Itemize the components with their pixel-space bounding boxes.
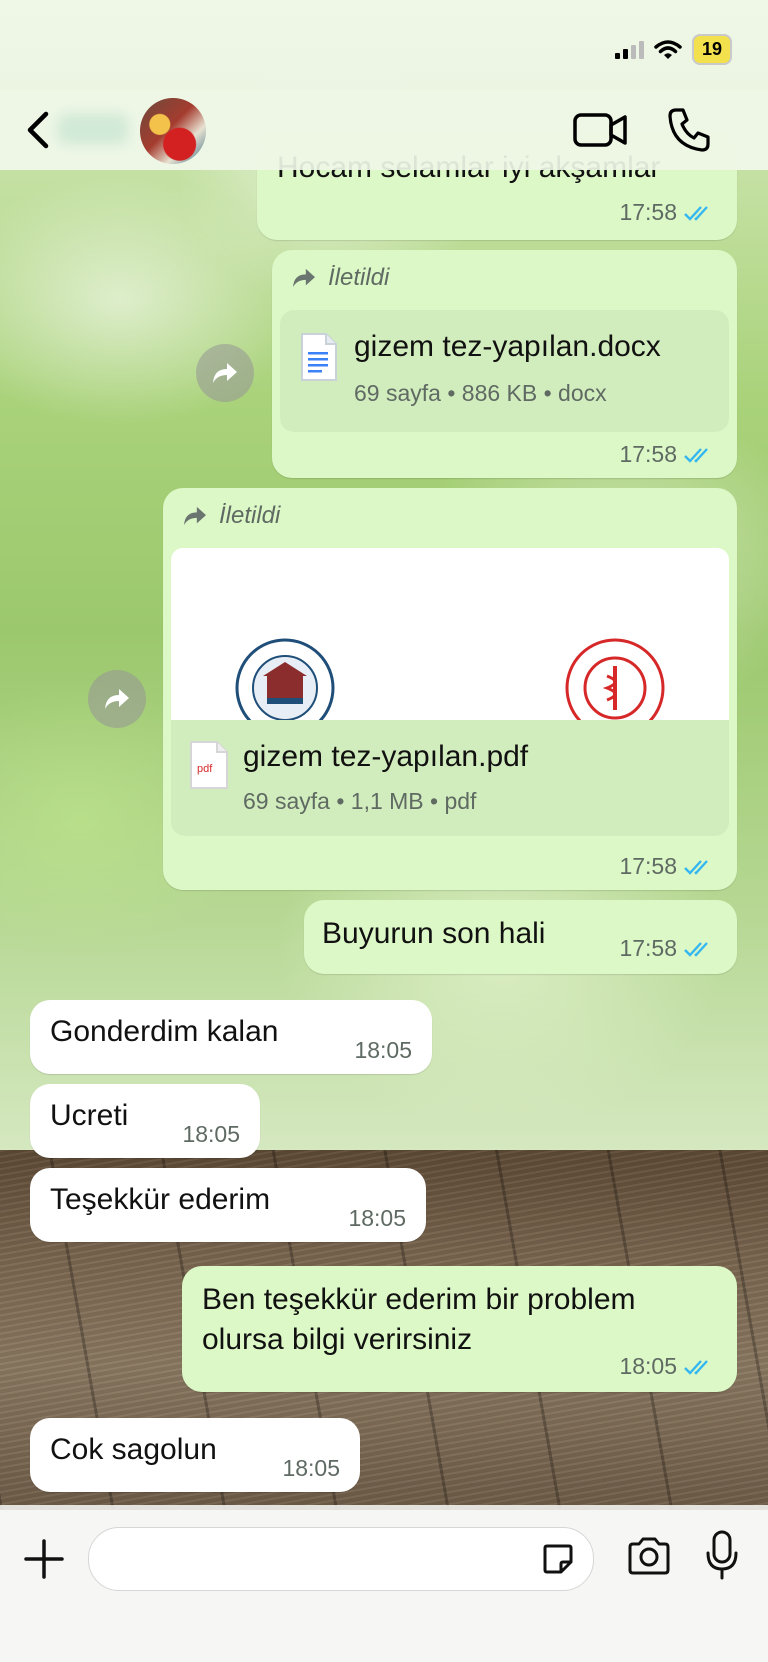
document-info: 69 sayfa • 1,1 MB • pdf (243, 788, 477, 814)
signal-icon (614, 40, 644, 59)
message-time: 17:58 (619, 935, 677, 961)
message-bubble-document[interactable]: İletildi pdf gizem tez-yapılan.pdf 69 sa… (163, 488, 737, 890)
message-bubble-document[interactable]: İletildi gizem tez-yapılan.docx 69 sayfa… (272, 250, 737, 478)
sticker-icon[interactable] (541, 1542, 575, 1576)
forward-button[interactable] (196, 344, 254, 402)
message-bubble-incoming[interactable]: Teşekkür ederim 18:05 (30, 1168, 426, 1242)
document-info: 69 sayfa • 886 KB • docx (354, 380, 607, 406)
contact-name-blurred[interactable] (58, 114, 128, 144)
message-meta: 18:05 (619, 1353, 717, 1380)
forwarded-label: İletildi (290, 264, 389, 292)
pdf-preview[interactable] (171, 548, 729, 720)
message-text: Buyurun son hali (322, 917, 546, 950)
message-time: 18:05 (619, 1353, 677, 1379)
message-text: Ben teşekkür ederim bir problem olursa b… (202, 1283, 636, 1356)
read-ticks-icon (684, 1359, 708, 1375)
message-meta: 17:58 (619, 853, 717, 880)
wifi-icon (654, 39, 682, 59)
forward-icon (213, 363, 237, 383)
message-time: 18:05 (354, 1037, 412, 1063)
message-time: 17:58 (619, 199, 677, 225)
message-bubble-outgoing[interactable]: Buyurun son hali 17:58 (304, 900, 737, 974)
message-time: 17:58 (619, 441, 677, 467)
message-text: Gonderdim kalan (50, 1015, 279, 1048)
message-text: Cok sagolun (50, 1433, 217, 1466)
message-meta: 18:05 (348, 1205, 406, 1232)
status-bar: 19 (0, 0, 768, 90)
message-text: Ucreti (50, 1099, 129, 1132)
message-text: Hocam selamlar iyi akşamlar (277, 151, 661, 184)
message-bubble-incoming[interactable]: Gonderdim kalan 18:05 (30, 1000, 432, 1074)
forward-icon (293, 268, 315, 288)
message-meta: 18:05 (354, 1037, 412, 1064)
forwarded-label: İletildi (181, 502, 280, 530)
svg-text:pdf: pdf (197, 763, 213, 775)
message-input-bar (0, 1505, 768, 1662)
plus-icon[interactable] (22, 1537, 66, 1581)
forward-icon (105, 689, 129, 709)
forwarded-text: İletildi (328, 264, 390, 291)
document-card[interactable]: pdf gizem tez-yapılan.pdf 69 sayfa • 1,1… (171, 720, 729, 836)
read-ticks-icon (684, 941, 708, 957)
read-ticks-icon (684, 447, 708, 463)
read-ticks-icon (684, 859, 708, 875)
doc-icon (301, 333, 337, 381)
message-bubble-incoming[interactable]: Cok sagolun 18:05 (30, 1418, 360, 1492)
message-bubble-outgoing[interactable]: Ben teşekkür ederim bir problem olursa b… (182, 1266, 737, 1392)
message-time: 18:05 (348, 1205, 406, 1231)
message-time: 18:05 (282, 1455, 340, 1481)
document-card[interactable]: gizem tez-yapılan.docx 69 sayfa • 886 KB… (280, 310, 729, 432)
contact-avatar[interactable] (140, 98, 206, 164)
message-bubble-incoming[interactable]: Ucreti 18:05 (30, 1084, 260, 1158)
forward-icon (184, 506, 206, 526)
forward-button[interactable] (88, 670, 146, 728)
message-input[interactable] (88, 1527, 594, 1591)
message-time: 18:05 (182, 1121, 240, 1147)
message-text: Teşekkür ederim (50, 1183, 271, 1216)
university-logo (235, 638, 335, 720)
back-icon[interactable] (20, 108, 60, 152)
hospital-logo (565, 638, 665, 720)
status-icons: 19 (614, 34, 732, 65)
message-bubble-outgoing[interactable]: Hocam selamlar iyi akşamlar 17:58 (257, 130, 737, 240)
message-meta: 18:05 (182, 1121, 240, 1148)
document-name: gizem tez-yapılan.pdf (243, 740, 529, 773)
message-meta: 17:58 (619, 935, 717, 962)
pdf-file-icon: pdf (190, 741, 228, 789)
message-meta: 17:58 (619, 199, 717, 226)
message-meta: 18:05 (282, 1455, 340, 1482)
mic-icon[interactable] (704, 1529, 740, 1581)
message-meta: 17:58 (619, 441, 717, 468)
battery-level: 19 (691, 34, 732, 65)
read-ticks-icon (684, 205, 708, 221)
document-name: gizem tez-yapılan.docx (354, 330, 661, 363)
camera-icon[interactable] (626, 1535, 672, 1577)
message-time: 17:58 (619, 853, 677, 879)
forwarded-text: İletildi (219, 502, 281, 529)
